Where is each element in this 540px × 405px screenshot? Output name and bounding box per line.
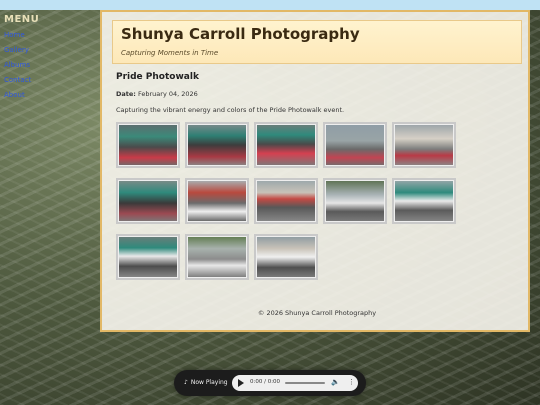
album-description: Capturing the vibrant energy and colors … bbox=[116, 106, 345, 114]
music-note-icon: ♪ bbox=[184, 379, 188, 386]
photo-thumbnail[interactable] bbox=[116, 234, 180, 280]
site-menu: MENU Home Gallery Albums Contact About bbox=[4, 14, 94, 106]
date-label: Date: bbox=[116, 90, 136, 98]
music-player: ♪ Now Playing 0:00 / 0:00 🔈 ⋮ bbox=[174, 370, 366, 396]
seek-bar[interactable] bbox=[285, 382, 325, 384]
photo-thumbnail[interactable] bbox=[185, 178, 249, 224]
menu-item-contact[interactable]: Contact bbox=[4, 76, 94, 84]
playback-time: 0:00 / 0:00 bbox=[250, 379, 281, 385]
now-playing-label: Now Playing bbox=[190, 379, 228, 386]
top-band bbox=[0, 0, 540, 10]
menu-item-about[interactable]: About bbox=[4, 91, 94, 99]
date-value: February 04, 2026 bbox=[137, 90, 198, 98]
photo-thumbnail[interactable] bbox=[254, 178, 318, 224]
photo-gallery bbox=[116, 122, 461, 280]
audio-control: 0:00 / 0:00 🔈 ⋮ bbox=[232, 375, 358, 391]
menu-item-albums[interactable]: Albums bbox=[4, 61, 94, 69]
menu-item-gallery[interactable]: Gallery bbox=[4, 46, 94, 54]
photo-thumbnail[interactable] bbox=[116, 122, 180, 168]
play-icon[interactable] bbox=[238, 379, 244, 387]
album-title: Pride Photowalk bbox=[116, 72, 199, 82]
volume-icon[interactable]: 🔈 bbox=[331, 378, 340, 386]
site-title: Shunya Carroll Photography bbox=[121, 25, 360, 43]
photo-thumbnail[interactable] bbox=[254, 122, 318, 168]
photo-thumbnail[interactable] bbox=[116, 178, 180, 224]
photo-thumbnail[interactable] bbox=[323, 122, 387, 168]
menu-item-home[interactable]: Home bbox=[4, 31, 94, 39]
photo-thumbnail[interactable] bbox=[392, 122, 456, 168]
now-playing: ♪ Now Playing bbox=[184, 379, 228, 386]
copyright-footer: © 2026 Shunya Carroll Photography bbox=[257, 309, 377, 317]
photo-thumbnail[interactable] bbox=[323, 178, 387, 224]
photo-thumbnail[interactable] bbox=[392, 178, 456, 224]
photo-thumbnail[interactable] bbox=[254, 234, 318, 280]
photo-thumbnail[interactable] bbox=[185, 234, 249, 280]
menu-title: MENU bbox=[4, 14, 40, 25]
more-icon[interactable]: ⋮ bbox=[348, 378, 355, 386]
photo-thumbnail[interactable] bbox=[185, 122, 249, 168]
site-header: Shunya Carroll Photography Capturing Mom… bbox=[112, 20, 522, 64]
site-tagline: Capturing Moments in Time bbox=[121, 49, 219, 57]
content-panel: Shunya Carroll Photography Capturing Mom… bbox=[100, 10, 530, 332]
album-date: Date: February 04, 2026 bbox=[116, 90, 198, 98]
